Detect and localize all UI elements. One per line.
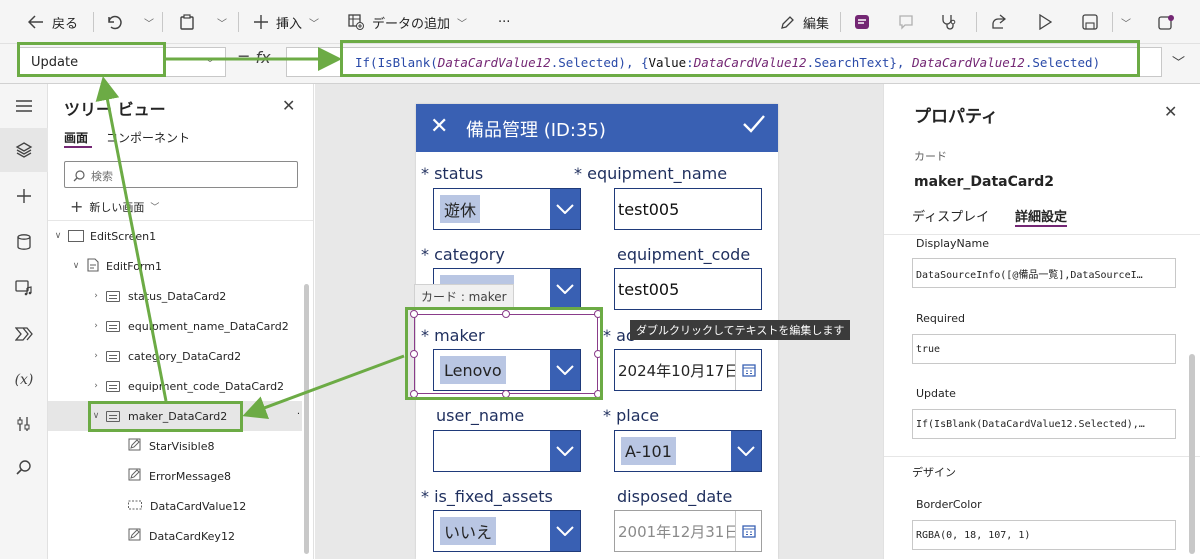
arrow-to-tree-item	[242, 354, 405, 419]
arrow-to-property	[95, 76, 168, 402]
annotation-arrows	[95, 47, 405, 419]
